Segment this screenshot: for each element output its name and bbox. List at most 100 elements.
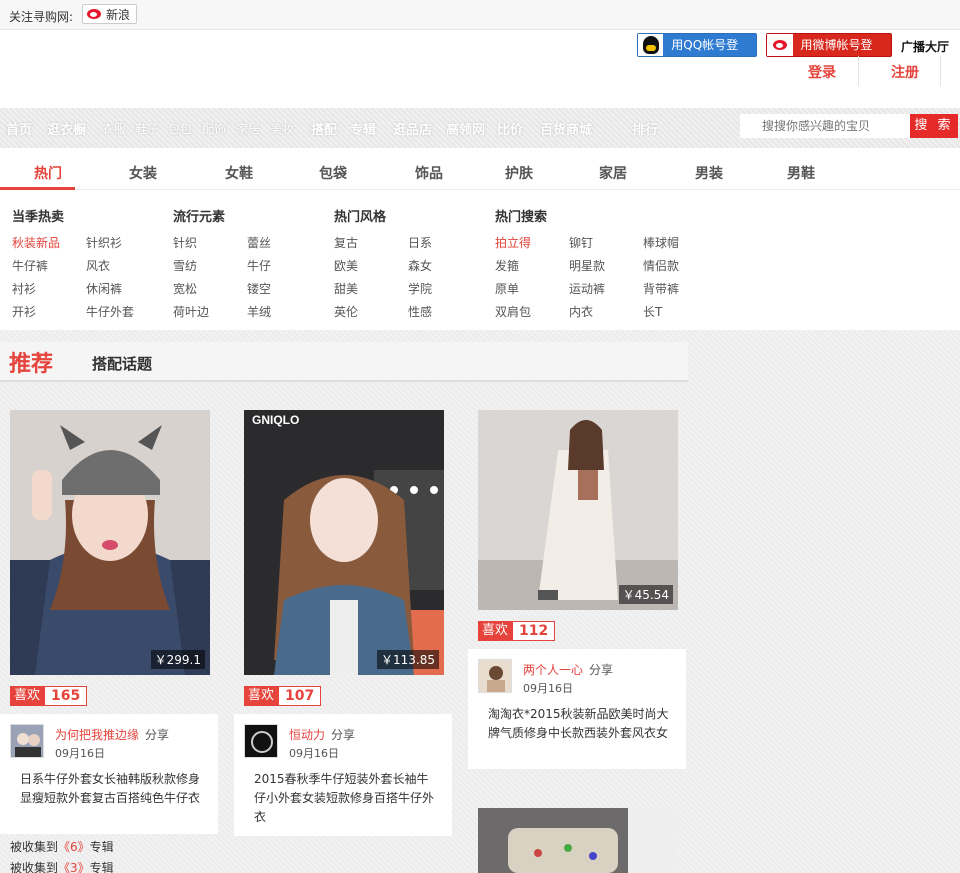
weibo-follow-label: 新浪 — [106, 7, 131, 22]
product-image[interactable]: ￥299.1 — [10, 410, 210, 675]
nav-item-bags[interactable]: 包包 — [168, 120, 192, 137]
username[interactable]: 两个人一心 — [523, 663, 583, 677]
nav-item-shops[interactable]: 逛品店 — [393, 119, 432, 138]
share-card: 为何把我推边缘 分享 09月16日 日系牛仔外套女长袖韩版秋款修身显瘦短款外套复古… — [0, 714, 218, 834]
panel-link[interactable]: 发箍 — [495, 257, 519, 274]
nav-item-gaoling[interactable]: 高领网 — [446, 119, 485, 138]
panel-link[interactable]: 镂空 — [247, 280, 271, 297]
panel-link[interactable]: 风衣 — [86, 257, 110, 274]
panel-link[interactable]: 性感 — [408, 303, 432, 320]
panel-link[interactable]: 秋装新品 — [12, 234, 60, 251]
panel-link[interactable]: 日系 — [408, 234, 432, 251]
tab-home[interactable]: 家居 — [599, 163, 627, 183]
panel-link[interactable]: 欧美 — [334, 257, 358, 274]
product-description[interactable]: 2015春秋季牛仔短装外套长袖牛仔小外套女装短款修身百搭牛仔外衣 — [254, 770, 440, 827]
panel-link[interactable]: 荷叶边 — [173, 303, 209, 320]
avatar[interactable] — [10, 724, 44, 758]
collected-info: 被收集到《3》专辑 — [10, 859, 114, 873]
weibo-icon — [767, 34, 793, 56]
product-image[interactable] — [478, 808, 678, 873]
tab-womens-shoes[interactable]: 女鞋 — [225, 163, 253, 183]
collected-info: 被收集到《6》专辑 — [10, 838, 114, 855]
panel-link[interactable]: 牛仔 — [247, 257, 271, 274]
panel-link[interactable]: 羊绒 — [247, 303, 271, 320]
qq-login-button[interactable]: 用QQ帐号登录 — [637, 33, 757, 74]
product-image[interactable]: ￥45.54 — [478, 410, 678, 610]
nav-item-home-goods[interactable]: 家居 — [236, 120, 260, 137]
nav-item-beauty[interactable]: 美妆 — [270, 120, 294, 137]
nav-item-album[interactable]: 专辑 — [350, 119, 376, 138]
search-button[interactable]: 搜 索 — [910, 114, 958, 138]
username[interactable]: 恒动力 — [289, 728, 325, 742]
nav-item-outfit[interactable]: 搭配 — [311, 119, 337, 138]
panel-link[interactable]: 拍立得 — [495, 234, 531, 251]
panel-link[interactable]: 牛仔裤 — [12, 257, 48, 274]
tab-mens-clothing[interactable]: 男装 — [695, 163, 723, 183]
panel-link[interactable]: 明星款 — [569, 257, 605, 274]
panel-link[interactable]: 开衫 — [12, 303, 36, 320]
panel-link[interactable]: 蕾丝 — [247, 234, 271, 251]
nav-item-wardrobe[interactable]: 逛衣橱 — [47, 119, 86, 138]
nav-item-compare[interactable]: 比价 — [497, 119, 523, 138]
nav-item-shoes[interactable]: 鞋子 — [135, 120, 159, 137]
register-link[interactable]: 注册 — [891, 62, 919, 82]
panel-link[interactable]: 背带裤 — [643, 280, 679, 297]
panel-link[interactable]: 针织衫 — [86, 234, 122, 251]
panel-link[interactable]: 森女 — [408, 257, 432, 274]
tab-mens-shoes[interactable]: 男鞋 — [787, 163, 815, 183]
product-image[interactable]: GNIQLO ￥113.85 — [244, 410, 444, 675]
panel-link[interactable]: 休闲裤 — [86, 280, 122, 297]
weibo-login-button[interactable]: 用微博帐号登录 — [766, 33, 892, 74]
nav-item-home[interactable]: 首页 — [6, 119, 32, 138]
panel-link[interactable]: 衬衫 — [12, 280, 36, 297]
top-bar: 关注寻购网: 新浪 — [0, 0, 960, 30]
panel-link[interactable]: 棒球帽 — [643, 234, 679, 251]
weibo-follow-button[interactable]: 新浪 — [82, 4, 138, 24]
like-count: 165 — [44, 686, 88, 706]
panel-link[interactable]: 内衣 — [569, 303, 593, 320]
panel-link[interactable]: 牛仔外套 — [86, 303, 134, 320]
login-link[interactable]: 登录 — [808, 62, 836, 82]
tab-jewelry[interactable]: 饰品 — [415, 163, 443, 183]
panel-link[interactable]: 雪纺 — [173, 257, 197, 274]
broadcast-hall-link[interactable]: 广播大厅 — [901, 38, 949, 55]
tab-hot[interactable]: 热门 — [34, 163, 62, 183]
tab-outfit-topics[interactable]: 搭配话题 — [92, 353, 152, 374]
panel-link[interactable]: 双肩包 — [495, 303, 531, 320]
panel-link[interactable]: 铆钉 — [569, 234, 593, 251]
like-count: 107 — [278, 686, 322, 706]
like-label: 喜欢 — [10, 686, 45, 706]
panel-link[interactable]: 情侣款 — [643, 257, 679, 274]
panel-link[interactable]: 宽松 — [173, 280, 197, 297]
nav-item-mall[interactable]: 百货商城 — [540, 119, 592, 138]
tab-womens-clothing[interactable]: 女装 — [129, 163, 157, 183]
product-description[interactable]: 淘淘衣*2015秋装新品欧美时尚大牌气质修身中长款西装外套风衣女 — [488, 705, 674, 743]
like-label: 喜欢 — [478, 621, 513, 641]
tab-skincare[interactable]: 护肤 — [505, 163, 533, 183]
search-input[interactable] — [740, 114, 910, 138]
nav-item-accessories[interactable]: 配饰 — [202, 120, 226, 137]
panel-link[interactable]: 学院 — [408, 280, 432, 297]
like-counter[interactable]: 喜欢 165 — [10, 686, 88, 706]
tab-recommend[interactable]: 推荐 — [9, 346, 53, 378]
panel-link[interactable]: 英伦 — [334, 303, 358, 320]
panel-link[interactable]: 原单 — [495, 280, 519, 297]
panel-link[interactable]: 运动裤 — [569, 280, 605, 297]
panel-link[interactable]: 长T — [643, 303, 662, 320]
post-date: 09月16日 — [289, 747, 339, 760]
like-counter[interactable]: 喜欢 112 — [478, 621, 556, 641]
like-counter[interactable]: 喜欢 107 — [244, 686, 322, 706]
avatar[interactable] — [244, 724, 278, 758]
weibo-icon — [86, 7, 102, 21]
nav-item-ranking[interactable]: 排行 — [632, 119, 658, 138]
avatar[interactable] — [478, 659, 512, 693]
product-description[interactable]: 日系牛仔外套女长袖韩版秋款修身显瘦短款外套复古百搭纯色牛仔衣 — [20, 770, 206, 808]
panel-link[interactable]: 甜美 — [334, 280, 358, 297]
nav-item-clothes[interactable]: 衣服 — [102, 120, 126, 137]
panel-link[interactable]: 针织 — [173, 234, 197, 251]
panel-link[interactable]: 复古 — [334, 234, 358, 251]
album-count-link[interactable]: 《3》 — [58, 861, 90, 873]
username[interactable]: 为何把我推边缘 — [55, 728, 139, 742]
album-count-link[interactable]: 《6》 — [58, 840, 90, 854]
tab-bags[interactable]: 包袋 — [319, 163, 347, 183]
